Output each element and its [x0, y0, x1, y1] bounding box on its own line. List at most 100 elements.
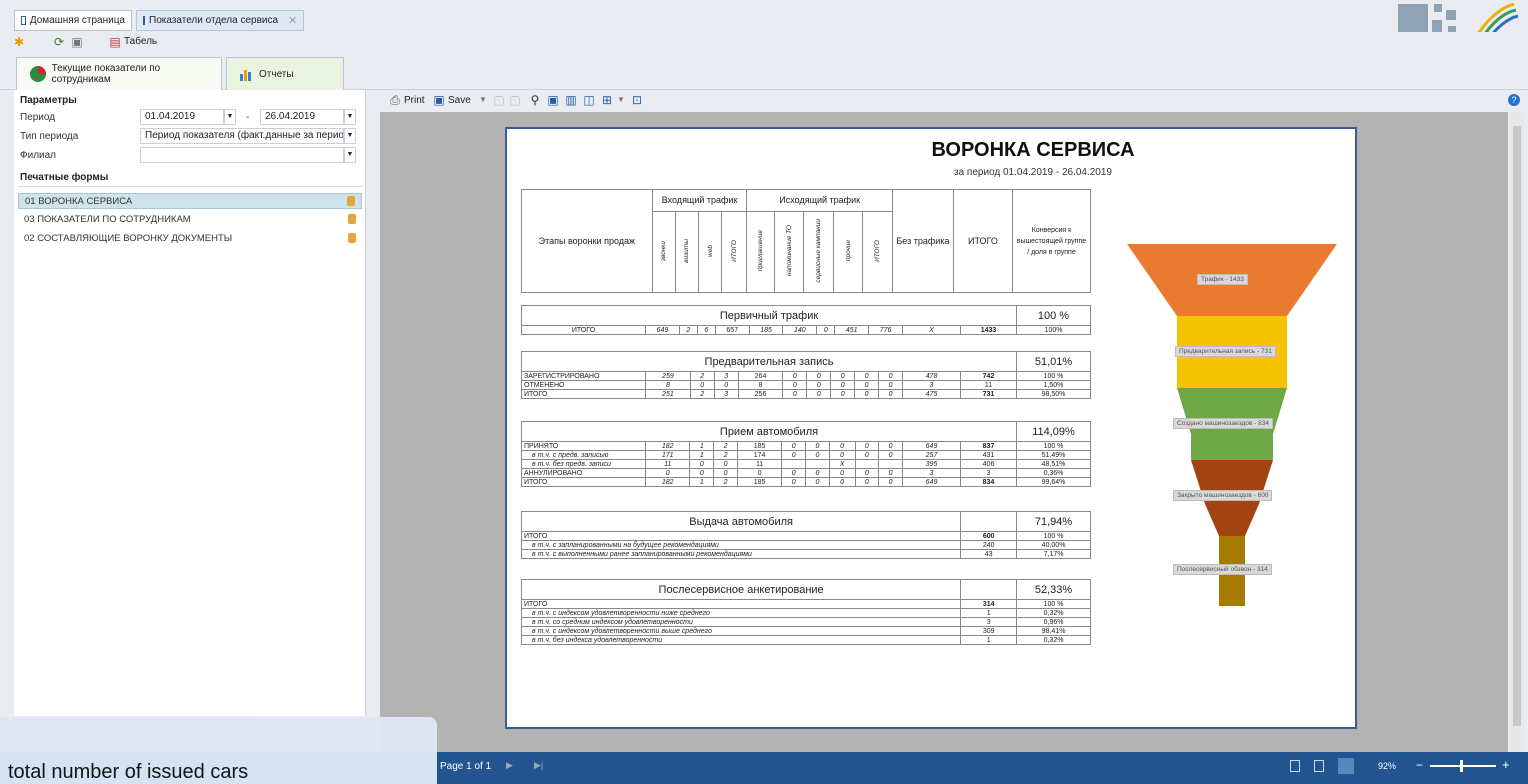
cell: 7,17% — [1016, 549, 1091, 559]
col-in-total: ИТОГО — [730, 239, 738, 262]
report-header-table: Этапы воронки продаж Входящий трафик Исх… — [521, 189, 1092, 294]
page-width-icon[interactable]: ▥ — [564, 93, 578, 107]
period-from-field[interactable]: 01.04.2019 — [140, 109, 224, 125]
section-pct: 114,09% — [1016, 421, 1091, 442]
tab-service-indicators[interactable]: Показатели отдела сервиса ✕ — [136, 10, 304, 31]
table-icon[interactable]: ▤ — [108, 35, 122, 49]
cell: 1 — [689, 441, 715, 451]
cell: 0 — [828, 477, 856, 487]
help-icon[interactable]: ? — [1508, 94, 1520, 106]
tab-reports[interactable]: Отчеты — [226, 57, 344, 90]
page-icon — [143, 16, 145, 25]
section-pct: 71,94% — [1016, 511, 1091, 532]
table-row: в т.ч. с выполненными ранее запланирован… — [520, 549, 1091, 559]
period-to-field[interactable]: 26.04.2019 — [260, 109, 344, 125]
tabel-button[interactable]: Табель — [124, 36, 157, 47]
chevron-down-icon[interactable]: ▼ — [224, 109, 236, 125]
cell: 0,32% — [1016, 608, 1091, 618]
zoom-out-icon[interactable]: − — [1416, 758, 1423, 772]
print-icon[interactable]: ⎙ — [388, 93, 402, 107]
paste-icon[interactable]: ▢ — [508, 93, 522, 107]
section-pct: 100 % — [1016, 305, 1091, 326]
scrollbar-thumb[interactable] — [1513, 126, 1521, 726]
chevron-down-icon[interactable]: ▼ — [476, 93, 490, 107]
cell: 1 — [960, 608, 1018, 618]
chevron-down-icon[interactable]: ▼ — [344, 147, 356, 163]
save-icon[interactable]: ▣ — [432, 93, 446, 107]
save-button[interactable]: Save — [448, 95, 471, 106]
section-title: Первичный трафик — [521, 305, 1017, 326]
print-form-item[interactable]: 01 ВОРОНКА СЕРВИСА — [18, 193, 362, 209]
cell: 182 — [644, 477, 691, 487]
close-icon[interactable]: ✕ — [288, 14, 297, 27]
fullscreen-icon[interactable]: ⊡ — [630, 93, 644, 107]
print-form-item[interactable]: 02 СОСТАВЛЯЮЩИЕ ВОРОНКУ ДОКУМЕНТЫ — [18, 231, 362, 247]
col-reminder: напоминание ТО — [785, 225, 793, 277]
zoom-slider[interactable] — [1430, 765, 1496, 767]
cell: 100 % — [1016, 441, 1091, 451]
report-title: ВОРОНКА СЕРВИСА — [931, 139, 1135, 161]
chevron-down-icon[interactable]: ▼ — [344, 128, 356, 144]
table-row: ИТОГО 649 2 6 657 185 140 0 451 776 X 1433 100% — [521, 325, 1091, 335]
print-form-item[interactable]: 03 ПОКАЗАТЕЛИ ПО СОТРУДНИКАМ — [18, 212, 362, 228]
cell: 3 — [960, 617, 1018, 627]
cell: 98,50% — [1016, 389, 1091, 399]
last-page-icon[interactable]: ▶| — [534, 760, 543, 771]
cell: 0 — [644, 468, 691, 478]
cell: 776 — [868, 325, 903, 335]
print-form-label: 03 ПОКАЗАТЕЛИ ПО СОТРУДНИКАМ — [24, 214, 191, 225]
cell: X — [902, 325, 961, 335]
cell: 0 — [782, 389, 808, 399]
print-button[interactable]: Print — [404, 95, 425, 106]
row-label: в т.ч. без предв. записи — [521, 459, 646, 469]
tab-reports-label: Отчеты — [259, 68, 294, 80]
cell: 2 — [713, 441, 738, 451]
multi-page-icon[interactable]: ⊞ — [600, 93, 614, 107]
sun-icon[interactable]: ✱ — [12, 35, 26, 49]
cell: 0 — [806, 389, 832, 399]
cell: 837 — [960, 441, 1017, 451]
cell: 256 — [737, 389, 784, 399]
chevron-down-icon[interactable]: ▼ — [614, 93, 628, 107]
single-page-icon[interactable]: ▣ — [546, 93, 560, 107]
vertical-scrollbar[interactable] — [1510, 112, 1524, 752]
cell: 100% — [1016, 325, 1091, 335]
lock-icon — [348, 214, 356, 224]
find-icon[interactable]: ⚲ — [528, 93, 542, 107]
continuous-view-icon[interactable] — [1314, 760, 1324, 772]
branch-select[interactable] — [140, 147, 344, 163]
two-pages-icon[interactable]: ◫ — [582, 93, 596, 107]
cell: 240 — [960, 540, 1018, 550]
zoom-in-icon[interactable]: + — [1502, 757, 1510, 772]
cell: 1 — [689, 450, 715, 460]
next-page-icon[interactable]: ▶ — [506, 760, 513, 771]
cell: 0 — [713, 468, 738, 478]
table-row: ИТОГО 251 2 3 256 0 0 0 0 0 475 731 98,50% — [521, 389, 1091, 399]
save-icon[interactable]: ▣ — [70, 35, 84, 49]
cell: 0 — [806, 371, 832, 381]
cell: 0 — [830, 371, 856, 381]
chevron-down-icon[interactable]: ▼ — [344, 109, 356, 125]
tab-home[interactable]: Домашняя страница — [14, 10, 132, 31]
page-icon — [21, 16, 26, 25]
cell: 0 — [854, 477, 880, 487]
cell: 11 — [644, 459, 691, 469]
cell: 0 — [781, 450, 807, 460]
period-separator: - — [246, 112, 250, 123]
copy-icon[interactable]: ▢ — [492, 93, 506, 107]
multi-page-view-icon[interactable] — [1338, 758, 1354, 774]
refresh-icon[interactable]: ⟳ — [52, 35, 66, 49]
row-label: в т.ч. с выполненными ранее запланирован… — [520, 549, 962, 559]
cell: 0,36% — [1016, 468, 1091, 478]
single-page-view-icon[interactable] — [1290, 760, 1300, 772]
tab-current-indicators[interactable]: Текущие показатели по сотрудникам — [16, 57, 222, 90]
cell: 171 — [644, 450, 691, 460]
total-header: ИТОГО — [952, 189, 1013, 293]
row-label: ОТМЕНЕНО — [521, 380, 646, 390]
period-type-select[interactable]: Период показателя (факт.данные за период… — [140, 128, 344, 144]
zoom-slider-thumb[interactable] — [1460, 760, 1463, 772]
lock-icon — [347, 196, 355, 206]
cell: 649 — [902, 477, 961, 487]
cell: 1 — [960, 635, 1018, 645]
row-label: ЗАРЕГИСТРИРОВАНО — [521, 371, 646, 381]
